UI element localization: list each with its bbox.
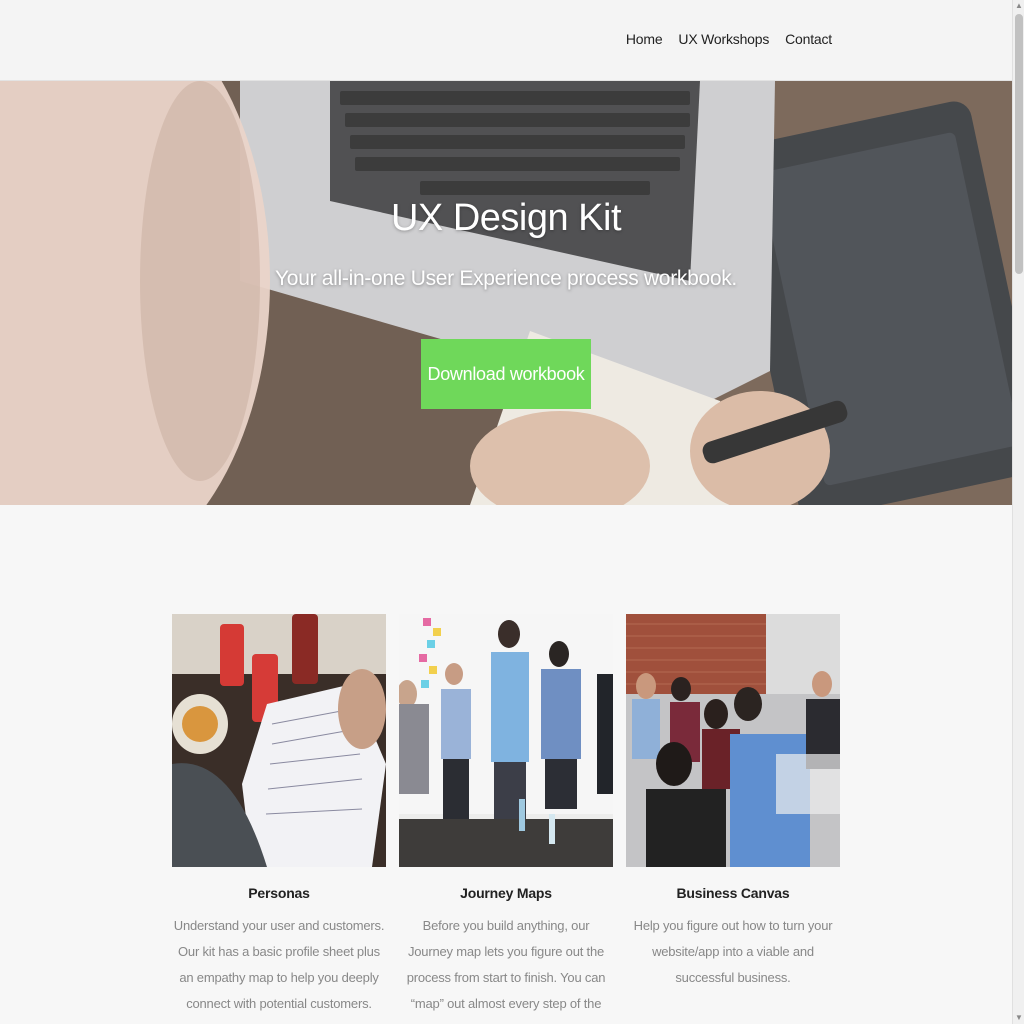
feature-body-business-canvas: Help you figure out how to turn your web…	[633, 918, 833, 985]
feature-title-journey-maps: Journey Maps	[460, 885, 552, 901]
feature-title-personas: Personas	[248, 885, 310, 901]
feature-body-personas: Understand your user and customers. Our …	[173, 918, 385, 1011]
scroll-up-arrow-icon[interactable]: ▲	[1013, 0, 1024, 12]
feature-body-journey-maps: Before you build anything, our Journey m…	[405, 918, 608, 1024]
scroll-down-arrow-icon[interactable]: ▼	[1013, 1012, 1024, 1024]
page-scrollbar[interactable]: ▲ ▼	[1012, 0, 1024, 1024]
journey-maps-photo	[399, 614, 613, 867]
personas-photo	[172, 614, 386, 867]
feature-title-business-canvas: Business Canvas	[676, 885, 790, 901]
main-nav: Home UX Workshops Contact	[626, 31, 832, 47]
download-workbook-button[interactable]: Download workbook	[421, 339, 591, 409]
feature-card-personas: Personas Understand your user and custom…	[172, 614, 386, 1024]
feature-card-journey-maps: Journey Maps Before you build anything, …	[399, 614, 613, 1024]
business-canvas-photo	[626, 614, 840, 867]
features-section: Personas Understand your user and custom…	[172, 614, 840, 1024]
scrollbar-thumb[interactable]	[1015, 14, 1023, 274]
hero-subtitle: Your all-in-one User Experience process …	[275, 267, 737, 290]
nav-link-contact[interactable]: Contact	[785, 31, 832, 47]
feature-card-business-canvas: Business Canvas Help you figure out how …	[626, 614, 840, 1024]
navbar: Home UX Workshops Contact	[0, 0, 1012, 81]
hero-title: UX Design Kit	[390, 197, 622, 239]
hero-section: UX Design Kit Your all-in-one User Exper…	[0, 81, 1012, 505]
nav-link-home[interactable]: Home	[626, 31, 663, 47]
nav-link-ux-workshops[interactable]: UX Workshops	[678, 31, 769, 47]
hero-content: UX Design Kit Your all-in-one User Exper…	[0, 81, 1012, 505]
